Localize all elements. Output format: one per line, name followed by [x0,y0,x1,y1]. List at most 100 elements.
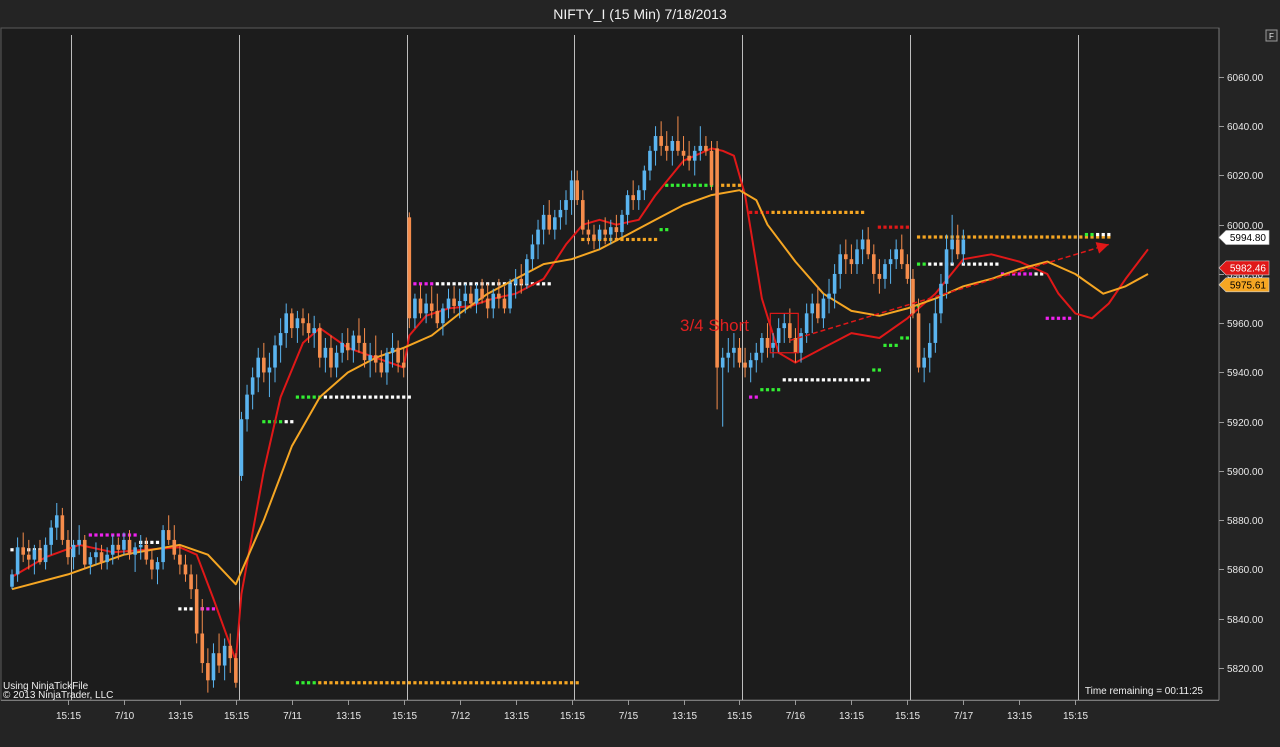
stop-dot [749,395,753,399]
stop-dot [486,681,490,685]
stop-dot [553,681,557,685]
stop-dot [99,533,104,537]
stop-dot [967,262,971,266]
candle-body [855,249,859,265]
stop-dot [575,681,579,685]
stop-dot [116,533,120,537]
candle-body [625,195,630,215]
candle-body [950,239,954,250]
stop-dot [547,282,551,286]
stop-dot [368,681,372,685]
stop-dot [827,210,831,214]
candle-body [888,259,893,265]
stop-dot [1107,232,1111,237]
candle-body [429,303,434,311]
stop-dot [446,681,451,685]
stop-dot [368,395,372,399]
price-tick-label: 5960.00 [1227,319,1264,330]
price-tick-label: 6020.00 [1227,171,1264,182]
stop-dot [357,681,361,685]
stop-dot [1045,235,1049,239]
candle-body [961,239,966,255]
stop-dot [805,378,809,382]
time-tick-label: 13:15 [504,711,529,722]
stop-dot [670,183,674,187]
time-tick-label: 15:15 [727,711,752,722]
stop-dot [542,681,546,685]
candle-body [138,544,143,548]
stop-dot [346,681,350,685]
candle-body [161,530,165,563]
time-tick-label: 15:15 [56,711,81,722]
price-tag-label: 5975.61 [1230,280,1267,291]
stop-dot [883,225,887,229]
candle-body [944,249,949,284]
candle-body [60,515,65,540]
candle-body [435,310,440,324]
stop-dot [530,681,535,685]
stop-dot [698,183,702,187]
stop-dot [424,282,428,286]
stop-dot [1040,235,1044,239]
candle-body [396,347,400,363]
candle-body [547,214,552,230]
candle-body [452,298,456,306]
candle-body [927,342,932,358]
stop-dot [777,210,781,214]
plot-area[interactable] [0,27,1220,701]
stop-dot [284,420,288,424]
stop-dot [340,681,344,685]
price-tick-label: 5820.00 [1227,664,1264,675]
candle-body [659,136,663,146]
stop-dot [894,225,898,229]
stop-dot [760,388,764,392]
candle-body [502,298,507,309]
time-tick-label: 7/16 [786,711,806,722]
time-tick-label: 13:15 [336,711,361,722]
candle-body [43,544,48,563]
candle-body [871,254,876,274]
stop-dot [648,237,652,242]
candle-body [597,229,602,240]
stop-dot [1056,235,1061,239]
price-chart[interactable]: 5820.00 5840.00 5860.00 5880.00 5900.00 5920.… [0,0,1280,747]
stop-dot [558,681,563,685]
stop-dot [726,183,730,187]
candle-body [66,539,70,558]
annotation-label[interactable]: 3/4 Short [680,316,749,335]
stop-dot [362,395,367,399]
candle-body [334,352,339,368]
candle-body [295,318,300,329]
candle-body [99,552,104,563]
candle-body [541,214,546,230]
candle-body [189,574,193,590]
stop-dot [519,681,523,685]
f-button[interactable]: F [1265,29,1278,42]
candle-body [642,170,647,191]
time-tick-label: 13:15 [1007,711,1032,722]
stop-dot [805,210,809,214]
stop-dot [939,235,943,239]
stop-dot [424,681,428,685]
candle-body [827,293,831,299]
stop-dot [514,681,518,685]
candle-body [446,298,451,309]
stop-dot [374,395,378,399]
candle-body [178,554,182,565]
stop-dot [396,395,400,399]
candle-body [485,298,490,309]
stop-dot [547,681,551,685]
candle-body [720,357,725,368]
candle-body [250,377,255,395]
stop-dot [1017,235,1021,239]
stop-dot [1045,316,1049,320]
stop-dot [474,681,479,685]
time-tick-label: 15:15 [560,711,585,722]
stop-dot [872,368,876,372]
candle-body [351,335,356,351]
candle-body [345,342,350,351]
candle-body [116,544,121,550]
candle-body [15,547,20,575]
stop-dot [452,681,456,685]
candle-body [357,335,361,343]
